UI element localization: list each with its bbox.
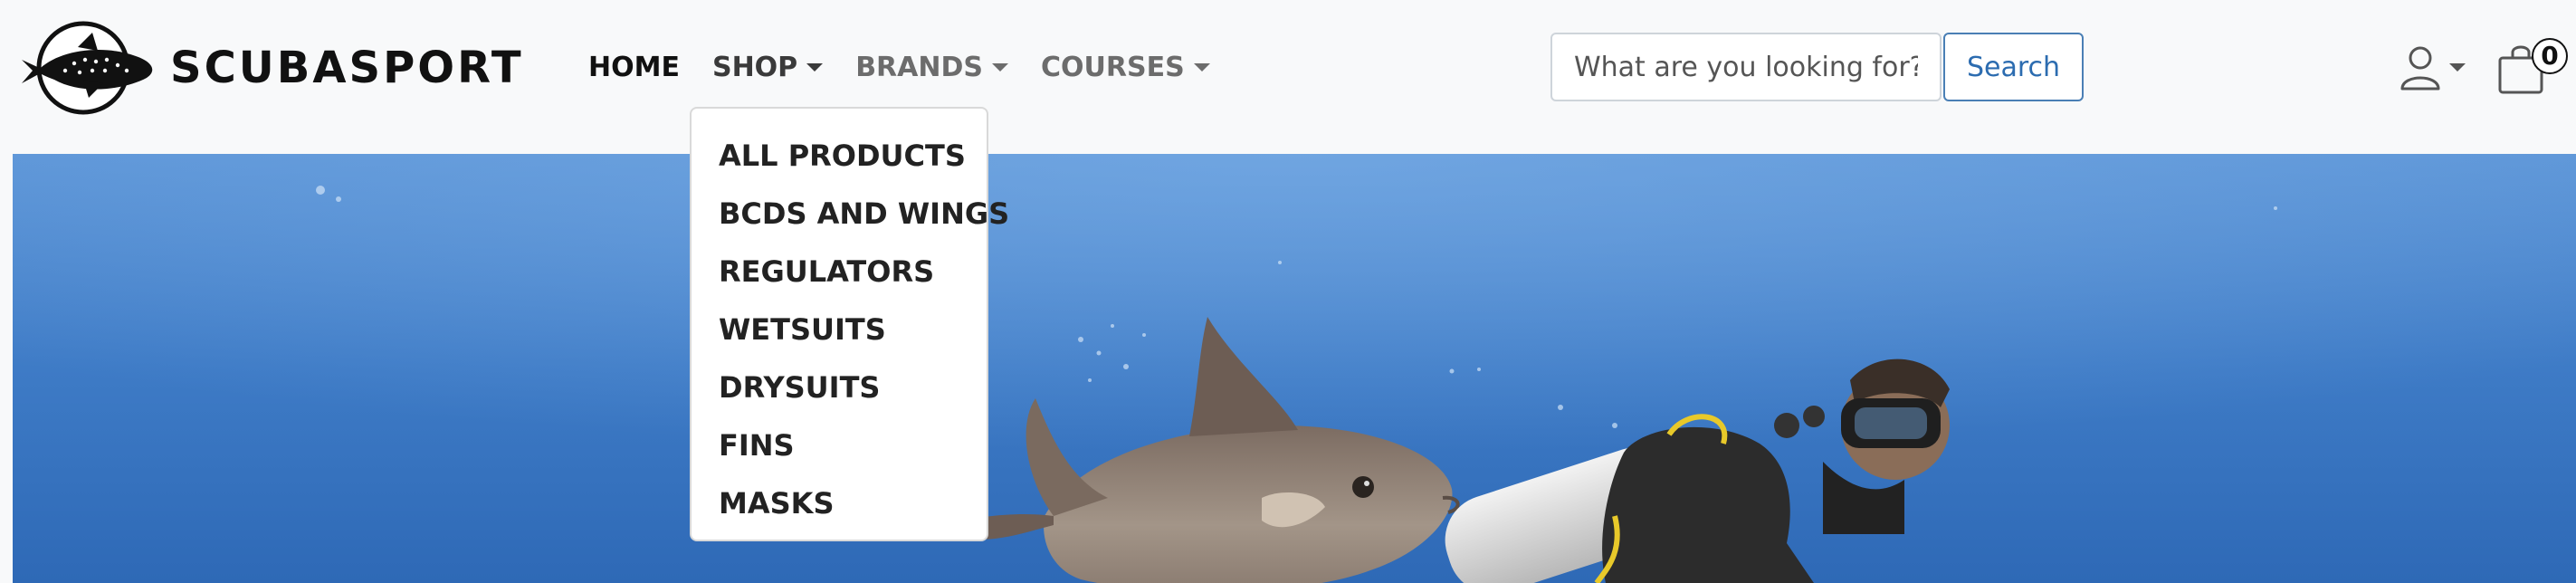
chevron-down-icon [992, 62, 1008, 72]
user-icon [2400, 46, 2440, 91]
chevron-down-icon [806, 62, 824, 72]
user-menu-toggle[interactable] [2399, 43, 2466, 91]
dropdown-item-bcds-and-wings[interactable]: BCDS AND WINGS [692, 185, 1009, 243]
dropdown-item-fins[interactable]: FINS [692, 416, 987, 474]
main-nav: HOME SHOP BRANDS COURSES [588, 38, 1243, 96]
dropdown-item-all-products[interactable]: ALL PRODUCTS [692, 127, 987, 185]
nav-shop-label: SHOP [711, 51, 798, 83]
search-button[interactable]: Search [1943, 33, 2085, 101]
nav-home-label: HOME [588, 51, 680, 83]
dropdown-item-drysuits[interactable]: DRYSUITS [692, 358, 987, 416]
cart-button[interactable]: 0 [2494, 33, 2568, 96]
brand-logo-link[interactable]: SCUBASPORT [20, 20, 524, 116]
search-input[interactable] [1550, 33, 1942, 101]
chevron-down-icon [1193, 62, 1210, 72]
shop-dropdown-menu: ALL PRODUCTS BCDS AND WINGS REGULATORS W… [690, 107, 1009, 541]
dropdown-item-masks[interactable]: MASKS [692, 474, 987, 532]
navbar: SCUBASPORT HOME SHOP BRANDS COURSES Sear… [0, 0, 2576, 154]
nav-home[interactable]: HOME [588, 52, 680, 83]
dropdown-item-regulators[interactable]: REGULATORS [692, 243, 987, 301]
whale-shark-logo-icon [22, 21, 153, 115]
hero-banner [13, 154, 2576, 583]
search-form: Search [1550, 33, 2085, 101]
cart-count-badge: 0 [2532, 38, 2568, 74]
nav-brands-label: BRANDS [855, 51, 983, 83]
chevron-down-icon [2449, 62, 2466, 72]
nav-shop-dropdown-toggle[interactable]: SHOP [711, 51, 824, 83]
nav-brands-dropdown-toggle[interactable]: BRANDS [855, 52, 1008, 83]
hero-underwater-photo [13, 154, 2576, 583]
dropdown-item-wetsuits[interactable]: WETSUITS [692, 301, 987, 358]
brand-name: SCUBASPORT [170, 43, 524, 93]
nav-courses-label: COURSES [1041, 51, 1185, 83]
nav-courses-dropdown-toggle[interactable]: COURSES [1041, 52, 1210, 83]
